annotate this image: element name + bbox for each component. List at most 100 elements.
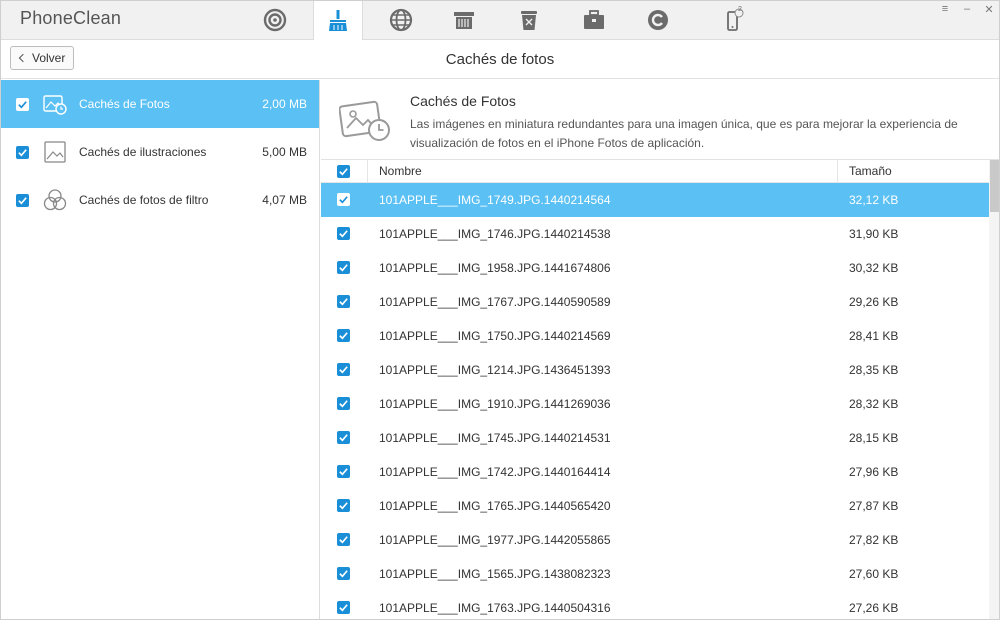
file-name: 101APPLE___IMG_1745.JPG.1440214531 bbox=[379, 431, 611, 445]
file-name: 101APPLE___IMG_1977.JPG.1442055865 bbox=[379, 533, 611, 547]
row-checkbox[interactable] bbox=[337, 465, 350, 478]
row-checkbox[interactable] bbox=[337, 533, 350, 546]
sidebar-item-illustration-cache[interactable]: Cachés de ilustraciones 5,00 MB bbox=[0, 128, 319, 176]
sidebar: Cachés de Fotos 2,00 MB Cachés de ilustr… bbox=[0, 80, 320, 620]
table-row[interactable]: 101APPLE___IMG_1765.JPG.1440565420 27,87… bbox=[321, 489, 989, 523]
file-name: 101APPLE___IMG_1214.JPG.1436451393 bbox=[379, 363, 611, 377]
table-row[interactable]: 101APPLE___IMG_1977.JPG.1442055865 27,82… bbox=[321, 523, 989, 557]
silent-clean-tab[interactable] bbox=[633, 0, 683, 40]
table-row[interactable]: 101APPLE___IMG_1750.JPG.1440214569 28,41… bbox=[321, 319, 989, 353]
trash-tab[interactable] bbox=[504, 0, 554, 40]
table-row[interactable]: 101APPLE___IMG_1749.JPG.1440214564 32,12… bbox=[321, 183, 989, 217]
close-button[interactable]: ✕ bbox=[980, 3, 998, 16]
quick-clean-tab[interactable] bbox=[250, 0, 300, 40]
privacy-clean-icon bbox=[454, 12, 474, 29]
file-size: 27,82 KB bbox=[849, 533, 899, 547]
device-tab[interactable]: 2 bbox=[708, 0, 758, 40]
privacy-clean-tab[interactable] bbox=[439, 0, 489, 40]
file-size: 28,15 KB bbox=[849, 431, 899, 445]
column-divider bbox=[367, 160, 368, 183]
table-row[interactable]: 101APPLE___IMG_1767.JPG.1440590589 29,26… bbox=[321, 285, 989, 319]
row-checkbox[interactable] bbox=[337, 499, 350, 512]
table-row[interactable]: 101APPLE___IMG_1214.JPG.1436451393 28,35… bbox=[321, 353, 989, 387]
file-list-scrollbar[interactable] bbox=[989, 160, 1000, 620]
illustration-cache-icon bbox=[44, 141, 66, 163]
file-size: 28,41 KB bbox=[849, 329, 899, 343]
internet-clean-tab[interactable] bbox=[376, 0, 426, 40]
scrollbar-thumb[interactable] bbox=[990, 160, 999, 212]
file-size: 27,96 KB bbox=[849, 465, 899, 479]
row-checkbox[interactable] bbox=[337, 193, 350, 206]
row-checkbox[interactable] bbox=[337, 329, 350, 342]
page-title: Cachés de fotos bbox=[445, 51, 555, 68]
check-icon bbox=[339, 230, 348, 238]
file-size: 28,32 KB bbox=[849, 397, 899, 411]
check-icon bbox=[339, 196, 348, 204]
select-all-checkbox[interactable] bbox=[337, 165, 350, 178]
table-row[interactable]: 101APPLE___IMG_1565.JPG.1438082323 27,60… bbox=[321, 557, 989, 591]
check-icon bbox=[339, 434, 348, 442]
check-icon bbox=[339, 332, 348, 340]
internet-clean-icon bbox=[389, 8, 413, 32]
row-checkbox[interactable] bbox=[337, 227, 350, 240]
table-row[interactable]: 101APPLE___IMG_1958.JPG.1441674806 30,32… bbox=[321, 251, 989, 285]
check-icon bbox=[339, 604, 348, 612]
file-size: 31,90 KB bbox=[849, 227, 899, 241]
column-header-size[interactable]: Tamaño bbox=[849, 164, 892, 178]
sidebar-item-checkbox[interactable] bbox=[16, 145, 29, 159]
check-icon bbox=[339, 468, 348, 476]
column-divider bbox=[837, 160, 838, 183]
sidebar-item-photo-cache[interactable]: Cachés de Fotos 2,00 MB bbox=[0, 80, 319, 128]
table-row[interactable]: 101APPLE___IMG_1763.JPG.1440504316 27,26… bbox=[321, 591, 989, 620]
sidebar-item-label: Cachés de ilustraciones bbox=[79, 145, 207, 159]
row-checkbox[interactable] bbox=[337, 567, 350, 580]
trash-icon bbox=[521, 11, 537, 30]
minimize-button[interactable]: – bbox=[958, 3, 976, 15]
check-icon bbox=[339, 536, 348, 544]
toolbox-tab[interactable] bbox=[569, 0, 619, 40]
device-count-badge: 2 bbox=[738, 6, 742, 13]
check-icon bbox=[18, 196, 27, 204]
file-name: 101APPLE___IMG_1763.JPG.1440504316 bbox=[379, 601, 611, 615]
file-name: 101APPLE___IMG_1765.JPG.1440565420 bbox=[379, 499, 611, 513]
sidebar-item-checkbox[interactable] bbox=[16, 193, 29, 207]
row-checkbox[interactable] bbox=[337, 363, 350, 376]
row-checkbox[interactable] bbox=[337, 601, 350, 614]
content-header: Cachés de Fotos Las imágenes en miniatur… bbox=[321, 80, 1000, 160]
toolbox-icon bbox=[584, 10, 604, 29]
deep-clean-tab[interactable] bbox=[313, 0, 363, 41]
check-icon bbox=[339, 264, 348, 272]
file-size: 30,32 KB bbox=[849, 261, 899, 275]
file-name: 101APPLE___IMG_1749.JPG.1440214564 bbox=[379, 193, 611, 207]
check-icon bbox=[339, 366, 348, 374]
table-row[interactable]: 101APPLE___IMG_1742.JPG.1440164414 27,96… bbox=[321, 455, 989, 489]
table-row[interactable]: 101APPLE___IMG_1746.JPG.1440214538 31,90… bbox=[321, 217, 989, 251]
sidebar-item-checkbox[interactable] bbox=[16, 97, 29, 111]
photo-cache-large-icon bbox=[339, 100, 390, 141]
column-header-name[interactable]: Nombre bbox=[379, 164, 422, 178]
sidebar-item-size: 4,07 MB bbox=[262, 193, 307, 207]
file-name: 101APPLE___IMG_1742.JPG.1440164414 bbox=[379, 465, 611, 479]
table-row[interactable]: 101APPLE___IMG_1910.JPG.1441269036 28,32… bbox=[321, 387, 989, 421]
sidebar-item-label: Cachés de fotos de filtro bbox=[79, 193, 209, 207]
row-checkbox[interactable] bbox=[337, 261, 350, 274]
deep-clean-icon bbox=[329, 9, 347, 31]
row-checkbox[interactable] bbox=[337, 295, 350, 308]
menu-button[interactable]: ≡ bbox=[936, 3, 954, 15]
file-size: 27,60 KB bbox=[849, 567, 899, 581]
check-icon bbox=[339, 298, 348, 306]
silent-clean-icon bbox=[648, 10, 668, 30]
sidebar-item-filter-cache[interactable]: Cachés de fotos de filtro 4,07 MB bbox=[0, 176, 319, 224]
file-name: 101APPLE___IMG_1910.JPG.1441269036 bbox=[379, 397, 611, 411]
row-checkbox[interactable] bbox=[337, 431, 350, 444]
file-name: 101APPLE___IMG_1958.JPG.1441674806 bbox=[379, 261, 611, 275]
file-list: 101APPLE___IMG_1749.JPG.1440214564 32,12… bbox=[321, 183, 989, 620]
file-size: 32,12 KB bbox=[849, 193, 899, 207]
table-row[interactable]: 101APPLE___IMG_1745.JPG.1440214531 28,15… bbox=[321, 421, 989, 455]
content-title: Cachés de Fotos bbox=[410, 93, 516, 109]
check-icon bbox=[18, 100, 27, 108]
file-name: 101APPLE___IMG_1767.JPG.1440590589 bbox=[379, 295, 611, 309]
app-title: PhoneClean bbox=[20, 8, 122, 28]
row-checkbox[interactable] bbox=[337, 397, 350, 410]
check-icon bbox=[339, 502, 348, 510]
